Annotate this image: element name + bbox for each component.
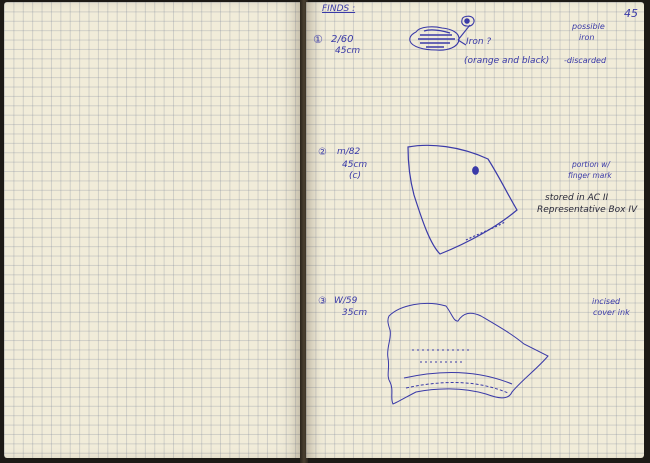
find-2-sketch — [407, 144, 518, 255]
find-1-sketch — [409, 15, 475, 51]
notebook-spread: FINDS : 45 ① 2/60 45cm Iron ? (orange an… — [0, 0, 650, 463]
find-3-sketch — [387, 302, 549, 405]
find-sketches — [387, 15, 549, 405]
